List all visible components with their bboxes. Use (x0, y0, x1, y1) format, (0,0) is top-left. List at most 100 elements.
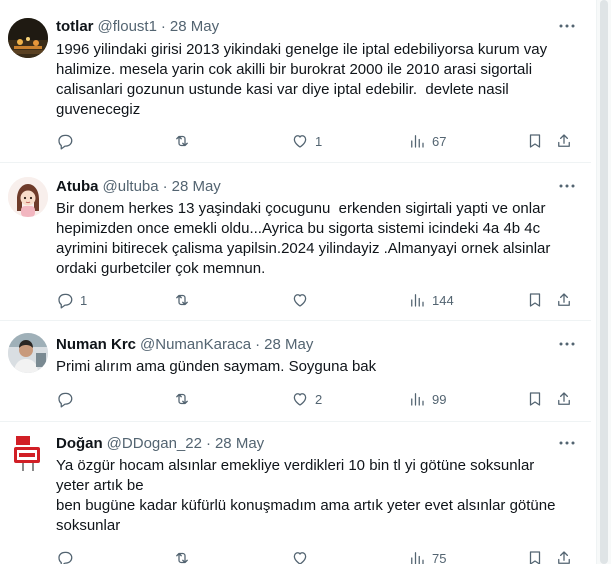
retweet-icon (176, 552, 188, 564)
bookmark-button[interactable] (526, 548, 544, 564)
more-options-icon[interactable] (558, 434, 576, 452)
reply-icon (58, 293, 73, 309)
separator-dot: · (255, 335, 261, 353)
reply-icon (58, 392, 73, 408)
tweet[interactable]: Numan Krc @NumanKaraca · 28 May Primi al… (0, 321, 591, 422)
tweet-header: Atuba @ultuba · 28 May (56, 176, 221, 196)
reply-button[interactable] (56, 389, 80, 409)
author-handle[interactable]: @ultuba (103, 178, 159, 195)
share-icon (558, 293, 570, 306)
views-button[interactable]: 144 (408, 290, 454, 310)
bookmark-icon (529, 293, 541, 307)
tweet-date[interactable]: 28 May (215, 435, 264, 452)
tweet-text: Ya özgür hocam alsınlar emekliye verdikl… (56, 457, 556, 534)
view-count: 144 (432, 292, 454, 308)
reply-button[interactable] (56, 131, 80, 151)
author-name[interactable]: Numan Krc (56, 336, 136, 353)
avatar[interactable] (8, 18, 48, 58)
like-button[interactable]: 2 (291, 389, 322, 409)
bookmark-icon (529, 392, 541, 406)
views-chart-icon (411, 552, 424, 564)
view-count: 67 (432, 133, 447, 149)
avatar[interactable] (8, 434, 48, 474)
separator-dot: · (205, 434, 211, 452)
tweet-date[interactable]: 28 May (172, 178, 221, 195)
retweet-button[interactable] (173, 548, 197, 564)
more-options-icon[interactable] (558, 177, 576, 195)
reply-button[interactable] (56, 548, 80, 564)
share-button[interactable] (555, 290, 573, 310)
share-icon (558, 551, 570, 564)
tweet-text: 1996 yilindaki girisi 2013 yikindaki gen… (56, 41, 548, 118)
like-count: 1 (315, 133, 323, 149)
share-button[interactable] (555, 548, 573, 564)
author-handle[interactable]: @DDogan_22 (107, 435, 202, 452)
tweet-actions: 75 (56, 548, 586, 564)
tweet-actions: 1 144 (56, 290, 586, 310)
retweet-icon (176, 294, 188, 306)
tweet[interactable]: Atuba @ultuba · 28 May Bir donem herkes … (0, 163, 591, 321)
tweet-actions: 1 67 (56, 131, 586, 151)
reply-button[interactable]: 1 (56, 290, 87, 310)
bookmark-icon (529, 551, 541, 564)
author-handle[interactable]: @NumanKaraca (140, 336, 251, 353)
cartoon-girl-avatar-icon (8, 177, 48, 217)
tweet[interactable]: totlar @floust1 · 28 May 1996 yilindaki … (0, 0, 591, 163)
share-button[interactable] (555, 131, 573, 151)
tweet-header: Doğan @DDogan_22 · 28 May (56, 433, 264, 453)
scrollbar[interactable] (596, 0, 611, 564)
bookmark-button[interactable] (526, 389, 544, 409)
bookmark-button[interactable] (526, 131, 544, 151)
more-options-icon[interactable] (558, 17, 576, 35)
view-count: 99 (432, 391, 447, 407)
more-options-icon[interactable] (558, 335, 576, 353)
views-button[interactable]: 99 (408, 389, 446, 409)
separator-dot: · (162, 177, 168, 195)
retweet-button[interactable] (173, 131, 197, 151)
scrollbar-thumb[interactable] (600, 0, 608, 564)
reply-icon (58, 551, 73, 564)
retweet-icon (176, 135, 188, 147)
heart-icon (293, 552, 307, 564)
bookmark-button[interactable] (526, 290, 544, 310)
retweet-icon (176, 393, 188, 405)
views-chart-icon (411, 393, 424, 406)
share-icon (558, 392, 570, 405)
tweet-date[interactable]: 28 May (170, 18, 219, 35)
views-chart-icon (411, 135, 424, 148)
views-button[interactable]: 67 (408, 131, 446, 151)
like-count: 2 (315, 391, 323, 407)
views-button[interactable]: 75 (408, 548, 446, 564)
author-handle[interactable]: @floust1 (98, 18, 157, 35)
author-name[interactable]: Atuba (56, 178, 99, 195)
separator-dot: · (160, 17, 166, 35)
author-name[interactable]: Doğan (56, 435, 103, 452)
tweet-date[interactable]: 28 May (264, 336, 313, 353)
tweet-actions: 2 99 (56, 389, 586, 409)
tweet[interactable]: Doğan @DDogan_22 · 28 May Ya özgür hocam… (0, 422, 591, 564)
author-name[interactable]: totlar (56, 18, 94, 35)
share-icon (558, 134, 570, 147)
like-button[interactable] (291, 548, 315, 564)
like-button[interactable]: 1 (291, 131, 322, 151)
view-count: 75 (432, 550, 447, 564)
tweet-text: Bir donem herkes 13 yaşindaki çocugunu e… (56, 200, 551, 277)
tweet-text: Primi alırım ama günden saymam. Soyguna … (56, 358, 377, 375)
heart-icon (293, 135, 307, 148)
bookmark-icon (529, 134, 541, 148)
heart-icon (293, 294, 307, 307)
avatar[interactable] (8, 177, 48, 217)
retweet-button[interactable] (173, 290, 197, 310)
avatar[interactable] (8, 333, 48, 373)
reply-count: 1 (80, 292, 88, 308)
reply-icon (58, 134, 73, 150)
night-city-avatar-icon (8, 18, 48, 58)
heart-icon (293, 393, 307, 406)
share-button[interactable] (555, 389, 573, 409)
retweet-button[interactable] (173, 389, 197, 409)
tweet-header: totlar @floust1 · 28 May (56, 16, 219, 36)
views-chart-icon (411, 294, 424, 307)
like-button[interactable] (291, 290, 315, 310)
sell-sold-sign-avatar-icon (8, 434, 48, 474)
tweet-header: Numan Krc @NumanKaraca · 28 May (56, 334, 313, 354)
